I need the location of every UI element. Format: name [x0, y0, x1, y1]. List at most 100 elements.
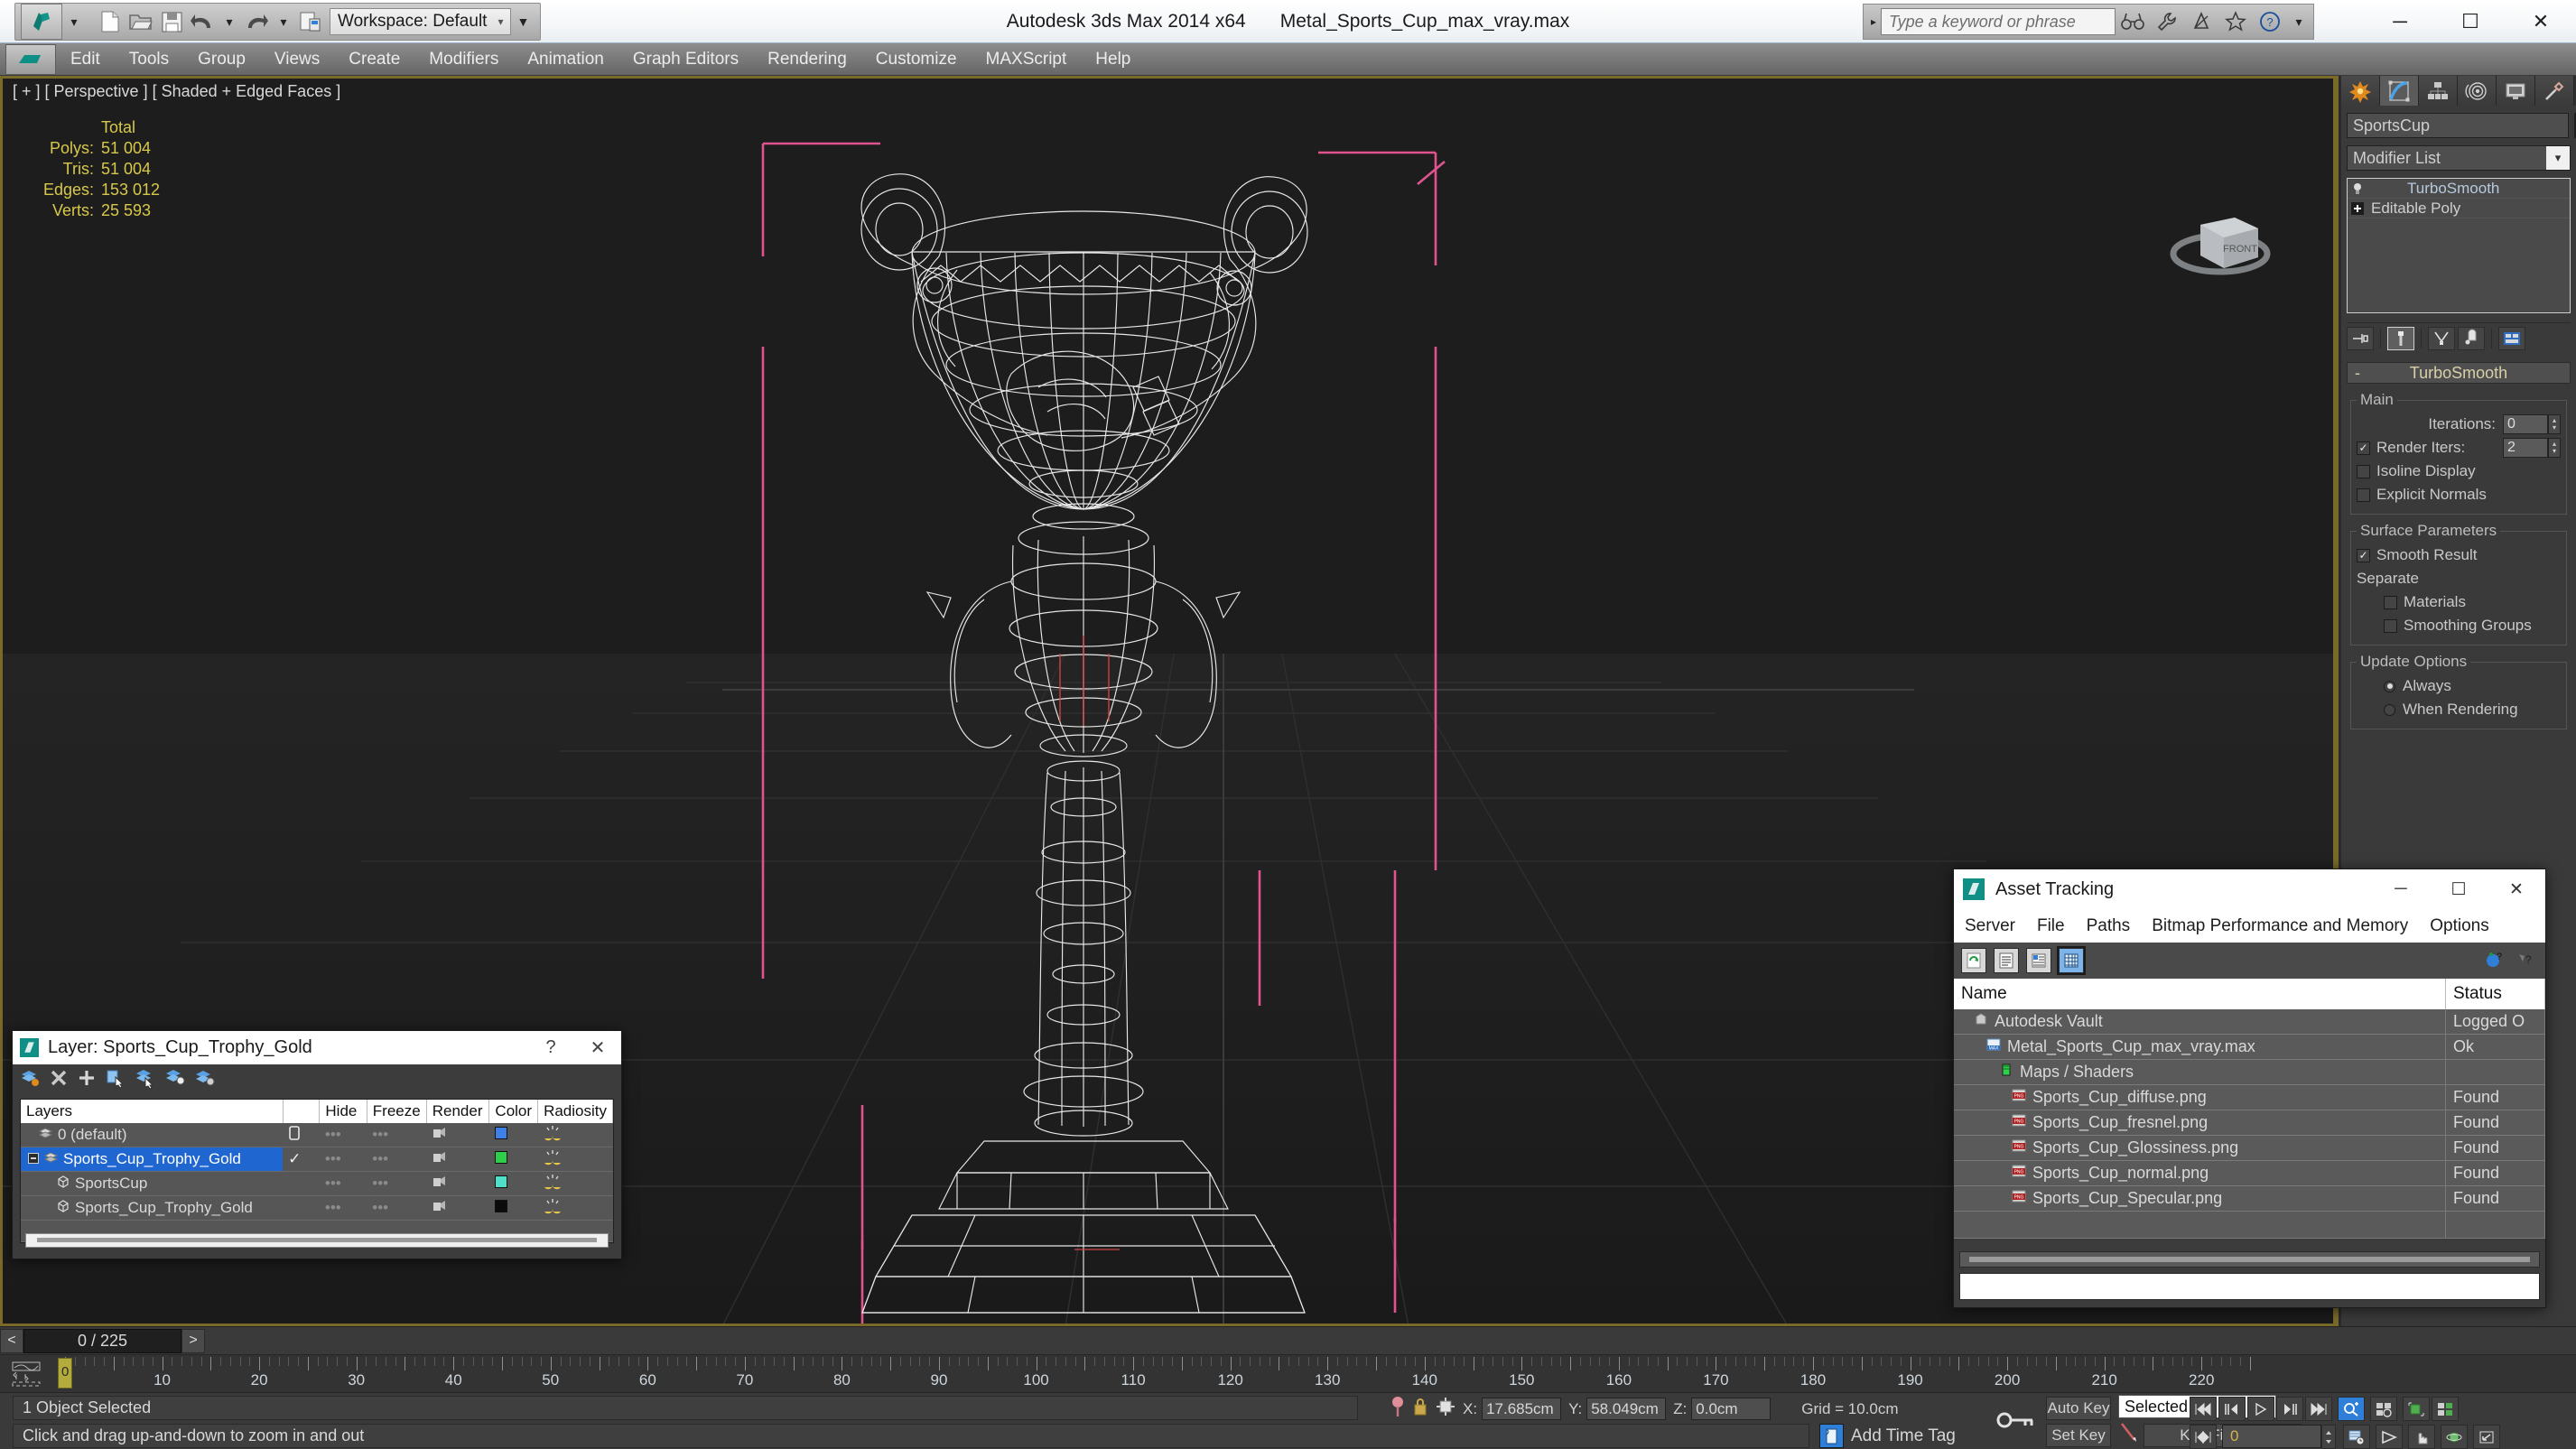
iterations-spinner[interactable]: ▴▾ — [2503, 414, 2561, 434]
create-layer-icon[interactable] — [20, 1069, 40, 1092]
layer-col-render[interactable]: Render — [426, 1100, 490, 1123]
layer-properties-icon[interactable] — [195, 1069, 215, 1092]
menu-item-maxscript[interactable]: MAXScript — [972, 43, 1082, 76]
utilities-tab[interactable] — [2535, 76, 2574, 106]
render-iters-checkbox[interactable]: ✓ — [2357, 441, 2370, 455]
time-slider-playhead[interactable]: 0 — [58, 1358, 72, 1389]
track-bar[interactable]: 0 10 20 30 40 50 60 70 80 90 100 110 120 130 140 150 160… — [0, 1354, 2576, 1392]
object-name-input[interactable] — [2347, 113, 2569, 138]
view-cube[interactable]: FRONT — [2164, 198, 2282, 288]
explicit-normals-row[interactable]: Explicit Normals — [2357, 483, 2561, 506]
help-icon[interactable]: ? — [2513, 948, 2538, 973]
motion-tab[interactable] — [2458, 76, 2497, 106]
table-row[interactable]: PNG Sports_Cup_diffuse.png Found — [1954, 1084, 2545, 1110]
add-layer-icon[interactable] — [78, 1069, 96, 1092]
layer-window[interactable]: Layer: Sports_Cup_Trophy_Gold ? ✕ Layers… — [12, 1030, 622, 1259]
details-view-icon[interactable] — [2026, 948, 2051, 973]
pin-stack-icon[interactable] — [2347, 326, 2374, 350]
layer-col-layers[interactable]: Layers — [21, 1100, 284, 1123]
modifier-list-dropdown[interactable]: Modifier List ▾ — [2347, 145, 2571, 171]
isoline-display-checkbox[interactable] — [2357, 464, 2370, 478]
set-key-filters-pen-icon[interactable] — [2118, 1422, 2138, 1449]
table-row[interactable]: 0 (default) ••• ••• — [21, 1123, 613, 1147]
zoom-extents-all-icon[interactable] — [2432, 1397, 2459, 1421]
layer-col-freeze[interactable]: Freeze — [367, 1100, 427, 1123]
next-frame-button[interactable]: > — [181, 1328, 205, 1353]
layer-grid[interactable]: Layers Hide Freeze Render Color Radiosit… — [20, 1099, 614, 1243]
table-row[interactable]: Sports_Cup_Trophy_Gold ✓ ••• ••• — [21, 1147, 613, 1172]
select-objects-icon[interactable] — [106, 1069, 126, 1092]
smooth-result-row[interactable]: ✓ Smooth Result — [2357, 543, 2561, 567]
coord-y-input[interactable] — [1586, 1398, 1667, 1420]
rollout-header[interactable]: - TurboSmooth — [2347, 362, 2571, 384]
asset-col-status[interactable]: Status — [2445, 979, 2545, 1009]
binoculars-icon[interactable] — [2116, 5, 2150, 38]
coord-z-input[interactable] — [1691, 1398, 1772, 1420]
open-file-icon[interactable] — [126, 5, 156, 39]
when-rendering-row[interactable]: When Rendering — [2384, 698, 2561, 721]
create-tab[interactable] — [2341, 76, 2380, 106]
prev-frame-button[interactable]: < — [0, 1328, 23, 1353]
make-unique-icon[interactable] — [2428, 326, 2455, 350]
maximize-viewport-icon[interactable] — [2473, 1425, 2500, 1449]
application-menu-caret[interactable]: ▾ — [62, 8, 86, 35]
menu-item-modifiers[interactable]: Modifiers — [414, 43, 513, 76]
key-icon[interactable] — [1995, 1409, 2035, 1436]
menu-item-group[interactable]: Group — [183, 43, 260, 76]
modifier-stack[interactable]: TurboSmooth Editable Poly — [2347, 178, 2571, 313]
expander-icon[interactable] — [28, 1150, 39, 1168]
zoom-icon[interactable] — [2338, 1397, 2365, 1421]
table-row[interactable]: PNG Sports_Cup_fresnel.png Found — [1954, 1110, 2545, 1136]
modifier-stack-item-turbosmooth[interactable]: TurboSmooth — [2348, 179, 2570, 199]
absolute-relative-icon[interactable] — [1436, 1397, 1455, 1422]
asset-minimize-button[interactable]: ─ — [2372, 869, 2430, 909]
materials-row[interactable]: Materials — [2384, 590, 2561, 614]
explicit-normals-checkbox[interactable] — [2357, 488, 2370, 502]
track-bar-ruler[interactable]: 0 10 20 30 40 50 60 70 80 90 100 110 120 130 140 150 160… — [60, 1355, 2576, 1392]
coord-x-input[interactable] — [1482, 1398, 1562, 1420]
current-frame-field[interactable]: 0 / 225 — [23, 1328, 181, 1353]
field-of-view-icon[interactable] — [2376, 1425, 2403, 1449]
menu-item-create[interactable]: Create — [334, 43, 414, 76]
redo-dropdown-caret[interactable]: ▾ — [272, 8, 295, 35]
subscription-icon[interactable] — [2184, 5, 2218, 38]
layer-col-color[interactable]: Color — [488, 1100, 539, 1123]
remove-modifier-icon[interactable] — [2458, 326, 2485, 350]
redo-icon[interactable] — [241, 5, 272, 39]
asset-menu-bitmap-performance[interactable]: Bitmap Performance and Memory — [2141, 916, 2419, 936]
track-view-icon[interactable] — [11, 1361, 49, 1388]
table-row[interactable]: PNG Sports_Cup_normal.png Found — [1954, 1160, 2545, 1186]
add-time-tag-label[interactable]: Add Time Tag — [1851, 1426, 1956, 1446]
asset-menu-file[interactable]: File — [2026, 916, 2076, 936]
modify-tab[interactable] — [2380, 76, 2419, 106]
menu-item-graph-editors[interactable]: Graph Editors — [618, 43, 753, 76]
key-mode-toggle-icon[interactable] — [2190, 1425, 2217, 1449]
menu-item-animation[interactable]: Animation — [513, 43, 618, 76]
layer-close-button[interactable]: ✕ — [574, 1031, 621, 1064]
max-logo-icon[interactable] — [5, 43, 56, 75]
asset-col-name[interactable]: Name — [1954, 979, 2446, 1009]
select-highlighted-icon[interactable] — [135, 1069, 155, 1092]
list-view-icon[interactable] — [1994, 948, 2019, 973]
display-tab[interactable] — [2497, 76, 2535, 106]
table-row[interactable]: Maps / Shaders — [1954, 1059, 2545, 1085]
play-icon[interactable] — [2247, 1397, 2274, 1421]
prev-frame-icon[interactable] — [2218, 1397, 2246, 1421]
goto-start-icon[interactable] — [2190, 1397, 2217, 1421]
layer-help-button[interactable]: ? — [527, 1031, 574, 1064]
menu-item-customize[interactable]: Customize — [861, 43, 972, 76]
asset-close-button[interactable]: ✕ — [2488, 869, 2545, 909]
modifier-stack-item-editable-poly[interactable]: Editable Poly — [2348, 199, 2570, 218]
zoom-extents-icon[interactable] — [2403, 1397, 2430, 1421]
table-row[interactable]: SportsCup ••• ••• — [21, 1171, 613, 1196]
menu-item-tools[interactable]: Tools — [115, 43, 183, 76]
undo-dropdown-caret[interactable]: ▾ — [218, 8, 241, 35]
layer-col-hide[interactable]: Hide — [319, 1100, 367, 1123]
wrench-icon[interactable] — [2150, 5, 2184, 38]
layer-col-radiosity[interactable]: Radiosity — [537, 1100, 613, 1123]
orbit-icon[interactable] — [2441, 1425, 2468, 1449]
table-row[interactable]: MAX Metal_Sports_Cup_max_vray.max Ok — [1954, 1034, 2545, 1060]
menu-item-edit[interactable]: Edit — [56, 43, 115, 76]
viewport-label[interactable]: [ + ] [ Perspective ] [ Shaded + Edged F… — [13, 82, 340, 101]
add-selection-icon[interactable] — [165, 1069, 185, 1092]
